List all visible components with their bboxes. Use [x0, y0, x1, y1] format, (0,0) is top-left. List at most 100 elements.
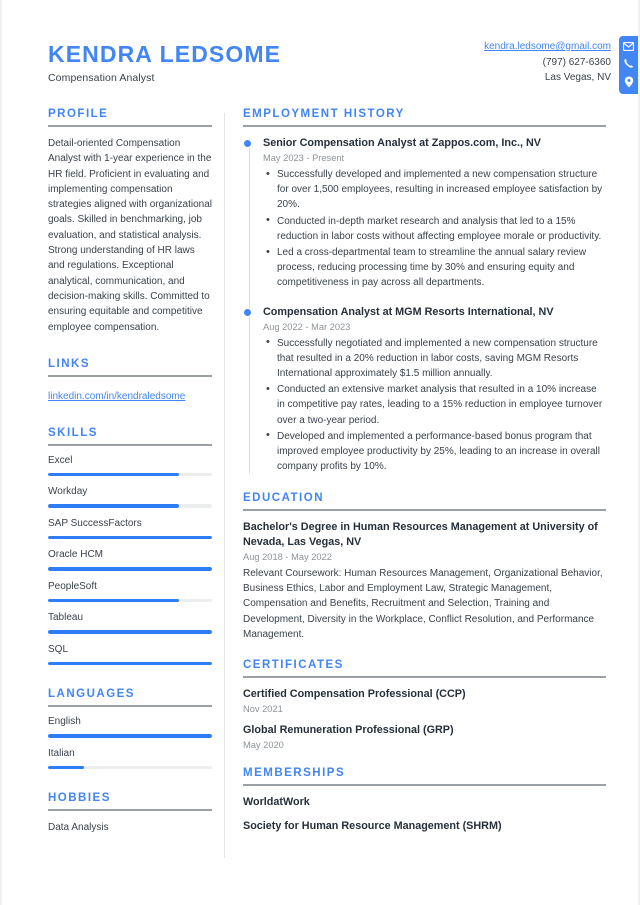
skill-row: Tableau: [48, 612, 212, 634]
skill-level-fill: [48, 598, 180, 603]
link-item[interactable]: linkedin.com/in/kendraledsome: [48, 391, 185, 402]
section-rule: [48, 125, 212, 127]
skill-row: PeopleSoft: [48, 581, 212, 603]
bullet-item: Developed and implemented a performance-…: [263, 428, 606, 475]
certificate-date: May 2020: [243, 739, 284, 750]
employment-bullets: Successfully negotiated and implemented …: [263, 335, 606, 475]
name-block: KENDRA LEDSOME Compensation Analyst: [48, 38, 281, 84]
section-title-profile: PROFILE: [48, 108, 109, 120]
skill-label: Oracle HCM: [48, 549, 104, 561]
language-level-fill: [48, 765, 85, 770]
language-row: English: [48, 716, 212, 738]
email-link[interactable]: kendra.ledsome@gmail.com: [484, 39, 611, 55]
certificate-date: Nov 2021: [243, 703, 283, 714]
skill-level-bar: [48, 504, 212, 508]
section-hobbies: HOBBIES Data Analysis: [48, 792, 212, 835]
section-rule: [48, 705, 212, 708]
section-rule: [243, 783, 606, 786]
language-label: English: [48, 716, 81, 728]
language-row: Italian: [48, 748, 212, 770]
membership-entry: WorldatWork: [243, 795, 606, 810]
skill-row: Excel: [48, 455, 212, 477]
education-date: Aug 2018 - May 2022: [243, 551, 332, 562]
employment-date: Aug 2022 - Mar 2023: [263, 321, 351, 332]
section-title-employment: EMPLOYMENT HISTORY: [243, 108, 405, 120]
section-rule: [48, 809, 212, 812]
employment-bullets: Successfully developed and implemented a…: [263, 167, 606, 291]
section-rule: [243, 509, 606, 512]
bullet-item: Successfully developed and implemented a…: [263, 167, 606, 213]
skill-row: Workday: [48, 486, 212, 508]
employment-title: Senior Compensation Analyst at Zappos.co…: [263, 137, 541, 149]
language-level-fill: [48, 734, 212, 738]
bullet-item: Conducted in-depth market research and a…: [263, 213, 606, 244]
skill-row: Oracle HCM: [48, 549, 212, 571]
skill-level-bar: [48, 598, 212, 603]
contact-icon-tab: [619, 36, 638, 94]
skill-level-bar: [48, 472, 212, 477]
employment-date: May 2023 - Present: [263, 153, 345, 163]
section-employment: EMPLOYMENT HISTORY Senior Compensation A…: [243, 108, 606, 475]
resume-body: PROFILE Detail-oriented Compensation Ana…: [2, 108, 638, 859]
skill-level-bar: [48, 661, 212, 666]
certificates-list: Certified Compensation Professional (CCP…: [243, 687, 606, 750]
section-title-memberships: MEMBERSHIPS: [243, 766, 346, 779]
section-title-hobbies: HOBBIES: [48, 792, 111, 805]
membership-title: WorldatWork: [243, 795, 310, 808]
education-description: Relevant Coursework: Human Resources Man…: [243, 567, 603, 640]
location-pin-icon: [624, 76, 634, 88]
certificate-entry: Global Remuneration Professional (GRP) Ma…: [243, 723, 606, 750]
section-links: LINKS linkedin.com/in/kendraledsome: [48, 358, 212, 404]
bullet-item: Successfully negotiated and implemented …: [263, 335, 606, 382]
skill-level-fill: [48, 504, 180, 508]
phone-text: (797) 627-6360: [542, 56, 611, 68]
section-title-links: LINKS: [48, 357, 90, 370]
location-text: Las Vegas, NV: [544, 72, 611, 83]
section-rule: [243, 675, 606, 678]
skill-label: PeopleSoft: [48, 580, 97, 592]
resume-header: KENDRA LEDSOME Compensation Analyst kend…: [2, 30, 638, 108]
languages-list: English Italian: [48, 716, 212, 770]
section-profile: PROFILE Detail-oriented Compensation Ana…: [48, 108, 212, 335]
employment-title: Compensation Analyst at MGM Resorts Inte…: [263, 305, 554, 318]
envelope-icon: [623, 42, 634, 51]
main-column: EMPLOYMENT HISTORY Senior Compensation A…: [243, 108, 606, 858]
skill-row: SQL: [48, 644, 212, 666]
bullet-item: Conducted an extensive market analysis t…: [263, 382, 606, 428]
education-entry: Bachelor's Degree in Human Resources Man…: [243, 520, 606, 642]
skill-level-bar: [48, 630, 212, 634]
skill-label: SAP SuccessFactors: [48, 517, 142, 529]
language-level-bar: [48, 765, 212, 770]
section-title-skills: SKILLS: [48, 426, 98, 439]
education-list: Bachelor's Degree in Human Resources Man…: [243, 520, 606, 642]
skill-level-fill: [48, 535, 212, 540]
section-memberships: MEMBERSHIPS WorldatWork Society for Human…: [243, 767, 606, 834]
section-education: EDUCATION Bachelor's Degree in Human Res…: [243, 492, 606, 642]
contact-block: kendra.ledsome@gmail.com (797) 627-6360 …: [484, 36, 638, 94]
links-list: linkedin.com/in/kendraledsome: [48, 386, 212, 404]
membership-entry: Society for Human Resource Management (S…: [243, 819, 606, 834]
employment-entry: Compensation Analyst at MGM Resorts Inte…: [243, 305, 606, 475]
skill-level-fill: [48, 630, 212, 634]
memberships-list: WorldatWork Society for Human Resource Ma…: [243, 795, 606, 834]
skill-label: SQL: [48, 643, 69, 655]
section-skills: SKILLS Excel Workday SAP SuccessFactors Ora…: [48, 427, 212, 666]
candidate-job-title: Compensation Analyst: [48, 71, 155, 84]
skill-level-fill: [48, 472, 180, 477]
column-divider: [224, 113, 225, 859]
certificate-title: Global Remuneration Professional (GRP): [243, 723, 454, 736]
skill-level-fill: [48, 661, 212, 666]
timeline-dot-icon: [243, 307, 252, 317]
section-languages: LANGUAGES English Italian: [48, 688, 212, 770]
section-certificates: CERTIFICATES Certified Compensation Prof…: [243, 659, 606, 750]
skill-level-bar: [48, 567, 212, 571]
sidebar: PROFILE Detail-oriented Compensation Ana…: [48, 108, 224, 858]
language-level-bar: [48, 734, 212, 738]
certificate-entry: Certified Compensation Professional (CCP…: [243, 687, 606, 714]
skill-row: SAP SuccessFactors: [48, 518, 212, 540]
employment-entry: Senior Compensation Analyst at Zappos.co…: [243, 136, 606, 291]
section-rule: [48, 443, 212, 446]
section-rule: [48, 374, 212, 377]
bullet-item: Led a cross-departmental team to streaml…: [263, 245, 606, 291]
contact-details: kendra.ledsome@gmail.com (797) 627-6360 …: [484, 36, 619, 86]
